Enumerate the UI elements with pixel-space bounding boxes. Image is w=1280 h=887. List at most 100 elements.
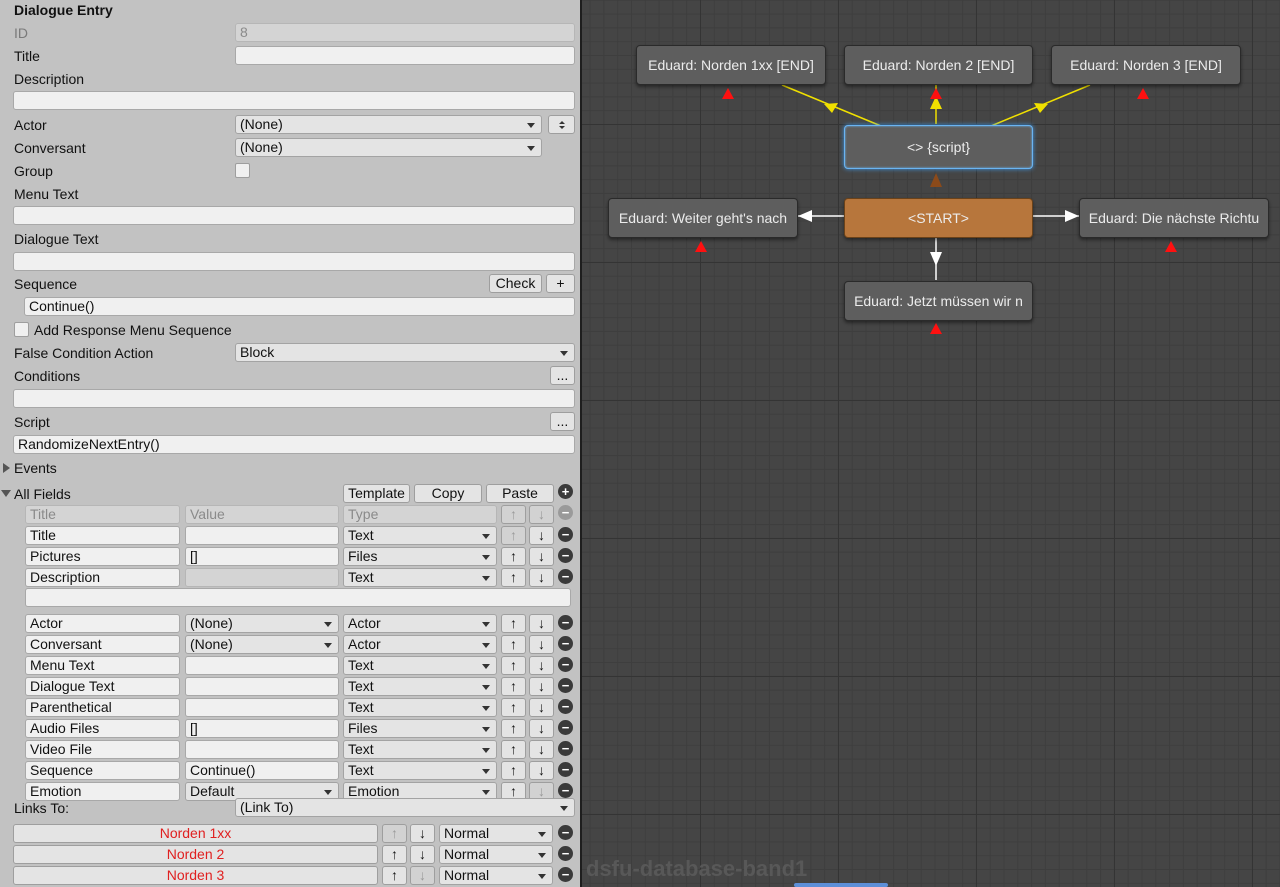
- field-type-dropdown[interactable]: Actor: [343, 614, 497, 633]
- field-value-cell[interactable]: [185, 698, 339, 717]
- move-up-button[interactable]: ↑: [501, 761, 526, 780]
- description-field[interactable]: [13, 91, 575, 110]
- title-field[interactable]: [235, 46, 575, 65]
- field-title-cell[interactable]: Menu Text: [25, 656, 180, 675]
- field-title-cell[interactable]: Actor: [25, 614, 180, 633]
- move-up-button[interactable]: ↑: [501, 677, 526, 696]
- remove-field-icon[interactable]: −: [558, 548, 573, 563]
- field-value-cell[interactable]: Continue(): [185, 761, 339, 780]
- field-title-cell[interactable]: Audio Files: [25, 719, 180, 738]
- remove-link-icon[interactable]: −: [558, 867, 573, 882]
- remove-field-icon[interactable]: −: [558, 699, 573, 714]
- add-sequence-button[interactable]: +: [546, 274, 575, 293]
- field-title-cell[interactable]: Title: [25, 526, 180, 545]
- move-up-button[interactable]: ↑: [501, 719, 526, 738]
- field-type-dropdown[interactable]: Text: [343, 568, 497, 587]
- link-priority-dropdown[interactable]: Normal: [439, 845, 553, 864]
- events-foldout[interactable]: Events: [14, 460, 57, 476]
- link-move-up-button[interactable]: ↑: [382, 866, 407, 885]
- conditions-edit-button[interactable]: ...: [550, 366, 575, 385]
- group-checkbox[interactable]: [235, 163, 250, 178]
- remove-field-icon[interactable]: −: [558, 615, 573, 630]
- remove-link-icon[interactable]: −: [558, 825, 573, 840]
- node-start[interactable]: <START>: [844, 198, 1033, 238]
- move-down-button[interactable]: ↓: [529, 568, 554, 587]
- move-up-button[interactable]: ↑: [501, 568, 526, 587]
- horizontal-scrollbar[interactable]: [794, 883, 888, 887]
- move-up-button[interactable]: ↑: [501, 656, 526, 675]
- link-target-button[interactable]: Norden 1xx: [13, 824, 378, 843]
- move-down-button[interactable]: ↓: [529, 677, 554, 696]
- field-title-cell[interactable]: Description: [25, 568, 180, 587]
- field-title-cell[interactable]: Parenthetical: [25, 698, 180, 717]
- move-down-button[interactable]: ↓: [529, 740, 554, 759]
- remove-field-icon[interactable]: −: [558, 783, 573, 798]
- copy-button[interactable]: Copy: [414, 484, 482, 503]
- actor-dropdown[interactable]: (None): [235, 115, 542, 134]
- field-title-cell[interactable]: Dialogue Text: [25, 677, 180, 696]
- all-fields-foldout[interactable]: All Fields: [14, 486, 71, 502]
- link-target-button[interactable]: Norden 2: [13, 845, 378, 864]
- field-type-dropdown[interactable]: Text: [343, 526, 497, 545]
- field-title-cell[interactable]: Conversant: [25, 635, 180, 654]
- remove-field-icon[interactable]: −: [558, 569, 573, 584]
- link-move-down-button[interactable]: ↓: [410, 845, 435, 864]
- field-value-cell[interactable]: []: [185, 719, 339, 738]
- paste-button[interactable]: Paste: [486, 484, 554, 503]
- move-down-button[interactable]: ↓: [529, 614, 554, 633]
- remove-field-icon[interactable]: −: [558, 636, 573, 651]
- link-move-down-button[interactable]: ↓: [410, 824, 435, 843]
- script-edit-button[interactable]: ...: [550, 412, 575, 431]
- false-condition-dropdown[interactable]: Block: [235, 343, 575, 362]
- add-field-icon[interactable]: +: [558, 484, 573, 499]
- field-title-cell[interactable]: Video File: [25, 740, 180, 759]
- field-value-cell[interactable]: []: [185, 547, 339, 566]
- remove-field-icon[interactable]: −: [558, 720, 573, 735]
- node-script[interactable]: <> {script}: [844, 125, 1033, 169]
- remove-field-icon[interactable]: −: [558, 762, 573, 777]
- field-title-cell[interactable]: Emotion: [25, 782, 180, 801]
- move-down-button[interactable]: ↓: [529, 719, 554, 738]
- script-field[interactable]: RandomizeNextEntry(): [13, 435, 575, 454]
- remove-field-icon[interactable]: −: [558, 657, 573, 672]
- remove-field-icon[interactable]: −: [558, 678, 573, 693]
- add-response-checkbox[interactable]: [14, 322, 29, 337]
- check-button[interactable]: Check: [489, 274, 542, 293]
- template-button[interactable]: Template: [343, 484, 410, 503]
- links-to-dropdown[interactable]: (Link To): [235, 798, 575, 817]
- move-down-button[interactable]: ↓: [529, 526, 554, 545]
- field-value-cell[interactable]: [185, 677, 339, 696]
- link-target-button[interactable]: Norden 3: [13, 866, 378, 885]
- collapse-arrow-icon[interactable]: [1, 490, 11, 497]
- menu-text-field[interactable]: [13, 206, 575, 225]
- conversant-dropdown[interactable]: (None): [235, 138, 542, 157]
- move-up-button[interactable]: ↑: [501, 740, 526, 759]
- remove-field-icon[interactable]: −: [558, 741, 573, 756]
- remove-link-icon[interactable]: −: [558, 846, 573, 861]
- link-priority-dropdown[interactable]: Normal: [439, 824, 553, 843]
- link-move-up-button[interactable]: ↑: [382, 845, 407, 864]
- field-value-dropdown[interactable]: (None): [185, 614, 339, 633]
- node-weiter[interactable]: Eduard: Weiter geht's nach: [608, 198, 798, 238]
- field-title-cell[interactable]: Sequence: [25, 761, 180, 780]
- node-norden-1xx[interactable]: Eduard: Norden 1xx [END]: [636, 45, 826, 85]
- move-up-button[interactable]: ↑: [501, 698, 526, 717]
- move-up-button[interactable]: ↑: [501, 547, 526, 566]
- field-type-dropdown[interactable]: Text: [343, 656, 497, 675]
- node-jetzt[interactable]: Eduard: Jetzt müssen wir n: [844, 281, 1033, 321]
- remove-field-icon[interactable]: −: [558, 527, 573, 542]
- move-up-button[interactable]: ↑: [501, 635, 526, 654]
- link-priority-dropdown[interactable]: Normal: [439, 866, 553, 885]
- graph-canvas[interactable]: Eduard: Norden 1xx [END] Eduard: Norden …: [582, 0, 1280, 887]
- field-value-cell[interactable]: [185, 526, 339, 545]
- field-type-dropdown[interactable]: Files: [343, 719, 497, 738]
- move-down-button[interactable]: ↓: [529, 635, 554, 654]
- field-type-dropdown[interactable]: Text: [343, 761, 497, 780]
- move-down-button[interactable]: ↓: [529, 761, 554, 780]
- field-type-dropdown[interactable]: Text: [343, 698, 497, 717]
- field-title-cell[interactable]: Pictures: [25, 547, 180, 566]
- field-type-dropdown[interactable]: Files: [343, 547, 497, 566]
- field-value-cell[interactable]: [185, 740, 339, 759]
- field-type-dropdown[interactable]: Text: [343, 740, 497, 759]
- node-norden-3[interactable]: Eduard: Norden 3 [END]: [1051, 45, 1241, 85]
